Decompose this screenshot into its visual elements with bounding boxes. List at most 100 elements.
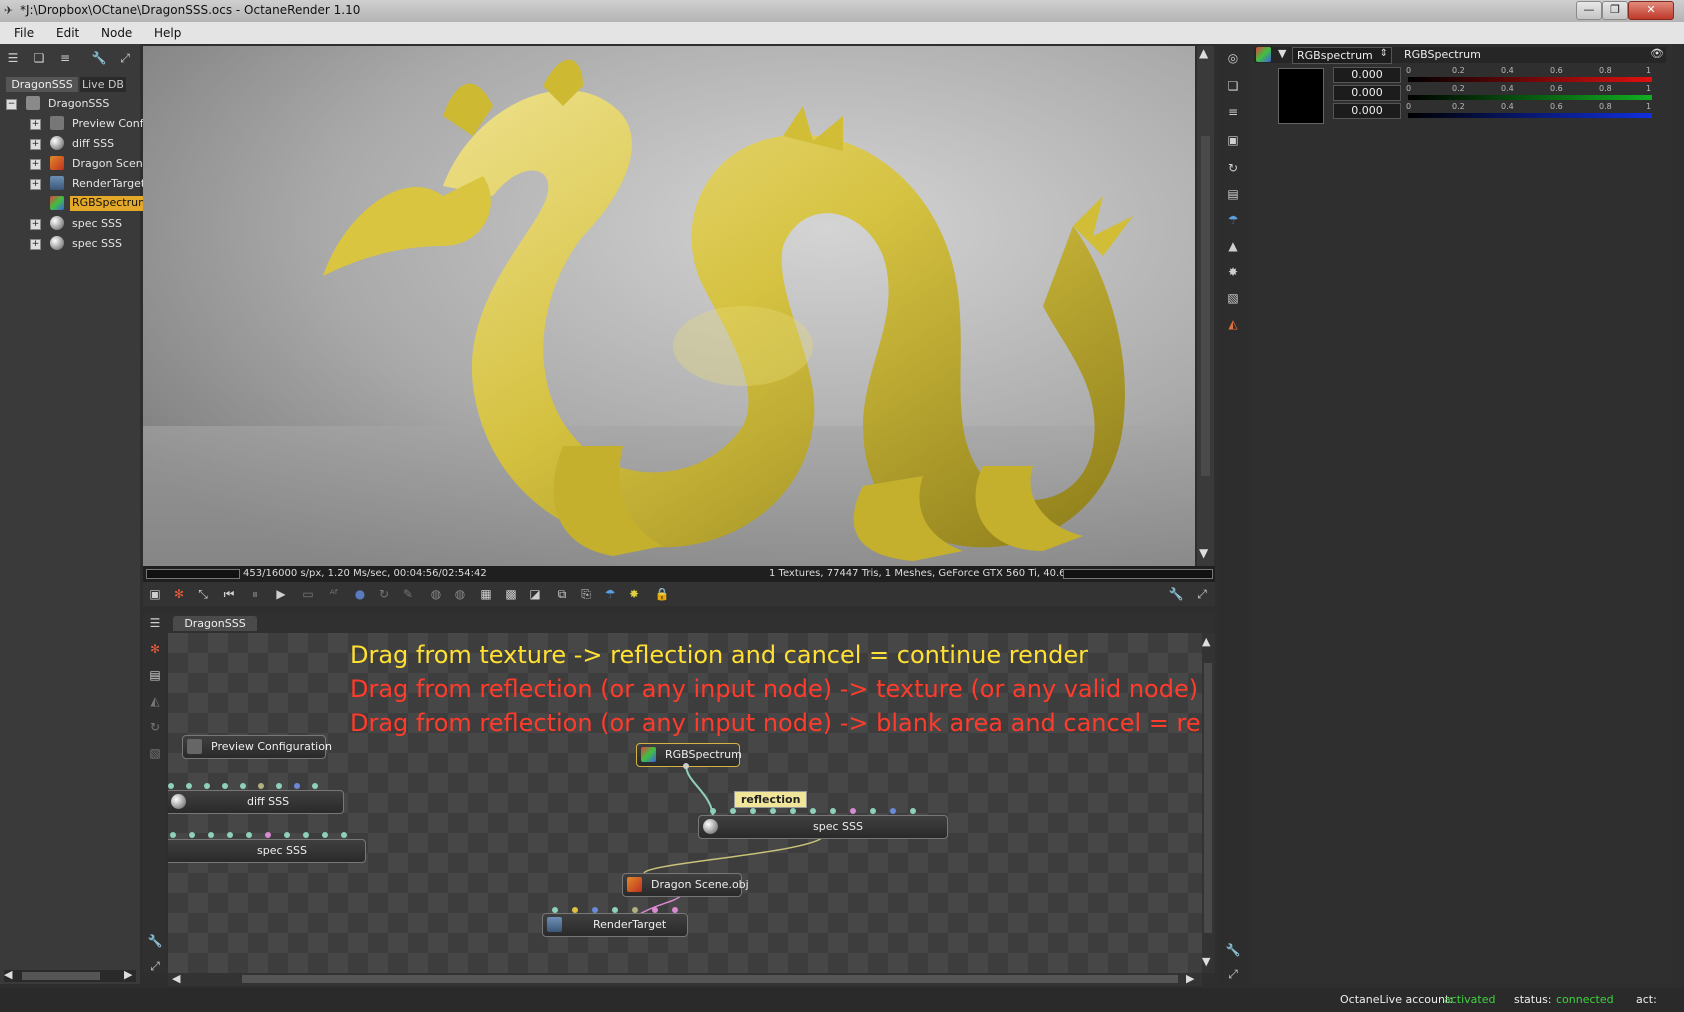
expand-toggle[interactable]: + xyxy=(30,179,41,190)
input-pin[interactable] xyxy=(810,808,816,814)
menu-help[interactable]: Help xyxy=(154,26,181,40)
graph-icon[interactable]: ▧ xyxy=(146,745,164,761)
input-pin[interactable] xyxy=(790,808,796,814)
input-pin[interactable] xyxy=(276,783,282,789)
globe-icon[interactable]: ◍ xyxy=(427,586,445,602)
input-pin[interactable] xyxy=(890,808,896,814)
input-pin[interactable] xyxy=(227,832,233,838)
input-pin[interactable] xyxy=(294,783,300,789)
autofocus-icon[interactable]: ᴬᶠ xyxy=(325,586,343,602)
eye-icon[interactable]: 👁 xyxy=(1650,47,1664,60)
fullscreen-icon[interactable]: ⤢ xyxy=(1193,586,1211,602)
wrench-icon[interactable]: 🔧 xyxy=(146,933,164,949)
input-pin[interactable] xyxy=(850,808,856,814)
checker-alt-icon[interactable]: ◪ xyxy=(526,586,544,602)
tab-node-graph-dragonsss[interactable]: DragonSSS xyxy=(173,616,257,631)
input-pin[interactable] xyxy=(870,808,876,814)
scroll-up-icon[interactable]: ▲ xyxy=(1202,635,1210,648)
render-target-icon[interactable]: ▤ xyxy=(146,667,164,683)
tree-item-dragon-scene[interactable]: + Dragon Scene xyxy=(0,154,149,173)
wrench-icon[interactable]: 🔧 xyxy=(90,50,108,66)
input-pin[interactable] xyxy=(189,832,195,838)
scroll-thumb[interactable] xyxy=(1201,136,1210,476)
expand-toggle[interactable]: + xyxy=(30,159,41,170)
checker-icon[interactable]: ▩ xyxy=(502,586,520,602)
input-pin[interactable] xyxy=(730,808,736,814)
node-graph-vscrollbar[interactable]: ▲ ▼ xyxy=(1202,633,1215,973)
rotate-node-icon[interactable]: ↻ xyxy=(1224,160,1242,176)
node-graph-hscrollbar[interactable]: ◀ ▶ xyxy=(168,972,1202,986)
environment-icon[interactable]: ☂ xyxy=(601,586,619,602)
color-swatch[interactable] xyxy=(1278,68,1324,124)
input-pin[interactable] xyxy=(770,808,776,814)
node-dragon-scene[interactable]: Dragon Scene.obj xyxy=(622,873,749,897)
render-viewport[interactable] xyxy=(143,46,1195,566)
rewind-icon[interactable]: ⏮ xyxy=(220,586,238,602)
node-render-target[interactable]: RenderTarget xyxy=(542,913,688,937)
tree-item-spec-sss-2[interactable]: + spec SSS xyxy=(0,234,140,253)
menu-file[interactable]: File xyxy=(14,26,34,40)
blue-value-field[interactable]: 0.000 xyxy=(1333,103,1401,119)
input-pin[interactable] xyxy=(246,832,252,838)
input-pin[interactable] xyxy=(186,783,192,789)
input-pin[interactable] xyxy=(168,783,174,789)
copy-icon[interactable]: ⧉ xyxy=(553,586,571,602)
wrench-icon[interactable]: 🔧 xyxy=(1167,586,1185,602)
tab-live-db[interactable]: Live DB xyxy=(80,77,126,92)
expand-toggle[interactable]: + xyxy=(30,219,41,230)
collapse-toggle[interactable]: − xyxy=(6,99,17,110)
light-icon[interactable]: ✸ xyxy=(625,586,643,602)
fullscreen-icon[interactable]: ⤢ xyxy=(1224,966,1242,982)
menu-edit[interactable]: Edit xyxy=(56,26,79,40)
mesh-node-icon[interactable]: ◭ xyxy=(1224,316,1242,332)
input-pin[interactable] xyxy=(258,783,264,789)
input-pin[interactable] xyxy=(170,832,176,838)
input-pin[interactable] xyxy=(222,783,228,789)
input-pin[interactable] xyxy=(592,907,598,913)
input-pin[interactable] xyxy=(652,907,658,913)
input-pin[interactable] xyxy=(204,783,210,789)
blue-slider[interactable]: 0 0.2 0.4 0.6 0.8 1 xyxy=(1406,102,1652,118)
input-pin[interactable] xyxy=(830,808,836,814)
scroll-right-icon[interactable]: ▶ xyxy=(124,968,132,981)
tree-item-preview-config[interactable]: + Preview Config xyxy=(0,114,154,133)
node-name-label[interactable]: RGBSpectrum xyxy=(1404,48,1481,61)
input-pin[interactable] xyxy=(672,907,678,913)
input-pin[interactable] xyxy=(303,832,309,838)
rotate-icon[interactable]: ↻ xyxy=(375,586,393,602)
reset-view-icon[interactable]: ⤡ xyxy=(194,586,212,602)
outliner-list-icon[interactable]: ☰ xyxy=(146,615,164,631)
menu-node[interactable]: Node xyxy=(101,26,132,40)
node-diff-sss[interactable]: diff SSS xyxy=(168,790,344,814)
pause-icon[interactable]: ⏸ xyxy=(246,586,264,602)
input-pin[interactable] xyxy=(208,832,214,838)
input-pin[interactable] xyxy=(322,832,328,838)
play-icon[interactable]: ▶ xyxy=(272,586,290,602)
save-image-icon[interactable]: ▣ xyxy=(146,586,164,602)
input-pin[interactable] xyxy=(572,907,578,913)
scroll-thumb[interactable] xyxy=(22,972,100,980)
monitor-icon[interactable]: ▭ xyxy=(299,586,317,602)
tree-item-spec-sss-1[interactable]: + spec SSS xyxy=(0,214,140,233)
restart-render-icon[interactable]: ✻ xyxy=(146,641,164,657)
fullscreen-icon[interactable]: ⤢ xyxy=(116,50,134,66)
restart-render-icon[interactable]: ✻ xyxy=(170,586,188,602)
scroll-thumb[interactable] xyxy=(1204,663,1212,933)
node-spec-sss-left[interactable]: spec SSS xyxy=(168,839,366,863)
input-pin[interactable] xyxy=(750,808,756,814)
input-pin[interactable] xyxy=(612,907,618,913)
node-spec-sss-right[interactable]: spec SSS xyxy=(698,815,948,839)
viewport-vscrollbar[interactable]: ▲ ▼ xyxy=(1197,46,1214,566)
outliner-layers-icon[interactable]: ❏ xyxy=(30,50,48,66)
outliner-collapse-icon[interactable]: ≡ xyxy=(56,50,74,66)
image-node-icon[interactable]: ▣ xyxy=(1224,132,1242,148)
input-pin[interactable] xyxy=(632,907,638,913)
minimize-button[interactable]: — xyxy=(1576,1,1602,20)
scroll-down-icon[interactable]: ▼ xyxy=(1202,955,1210,968)
input-pin[interactable] xyxy=(552,907,558,913)
scroll-thumb[interactable] xyxy=(242,975,1178,983)
input-pin[interactable] xyxy=(341,832,347,838)
paste-icon[interactable]: ⎘ xyxy=(577,586,595,602)
expand-toggle[interactable]: + xyxy=(30,119,41,130)
pick-icon[interactable]: ✎ xyxy=(399,586,417,602)
